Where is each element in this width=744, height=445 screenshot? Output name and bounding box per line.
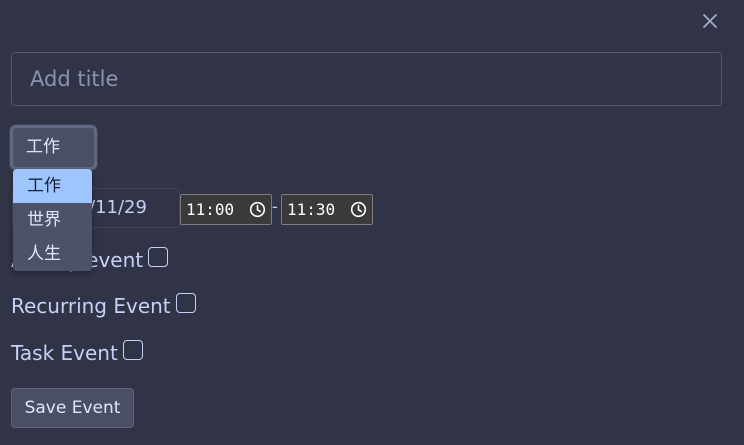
clock-icon[interactable] (350, 201, 367, 218)
end-time-value: 11:30 (287, 200, 336, 219)
clock-icon[interactable] (249, 201, 266, 218)
event-modal: 工作 /11/29 11:00 - 11:30 All-day event Re… (0, 0, 744, 445)
dropdown-option-life[interactable]: 人生 (13, 237, 92, 271)
recurring-row: Recurring Event (11, 293, 196, 318)
task-label: Task Event (11, 341, 118, 365)
calendar-dropdown: 工作 世界 人生 (13, 169, 92, 271)
dropdown-option-world[interactable]: 世界 (13, 203, 92, 237)
dropdown-option-work[interactable]: 工作 (13, 169, 92, 203)
save-event-button[interactable]: Save Event (11, 388, 134, 428)
end-time-input[interactable]: 11:30 (281, 194, 373, 225)
task-row: Task Event (11, 340, 143, 365)
title-input[interactable] (11, 52, 722, 106)
allday-checkbox[interactable] (148, 247, 169, 267)
recurring-label: Recurring Event (11, 294, 171, 318)
close-icon (703, 14, 717, 28)
recurring-checkbox[interactable] (175, 293, 196, 313)
calendar-select[interactable]: 工作 (10, 125, 97, 170)
start-time-value: 11:00 (186, 200, 235, 219)
time-separator: - (272, 197, 278, 216)
close-button[interactable] (697, 8, 723, 34)
start-time-input[interactable]: 11:00 (180, 194, 272, 225)
task-checkbox[interactable] (122, 340, 143, 360)
